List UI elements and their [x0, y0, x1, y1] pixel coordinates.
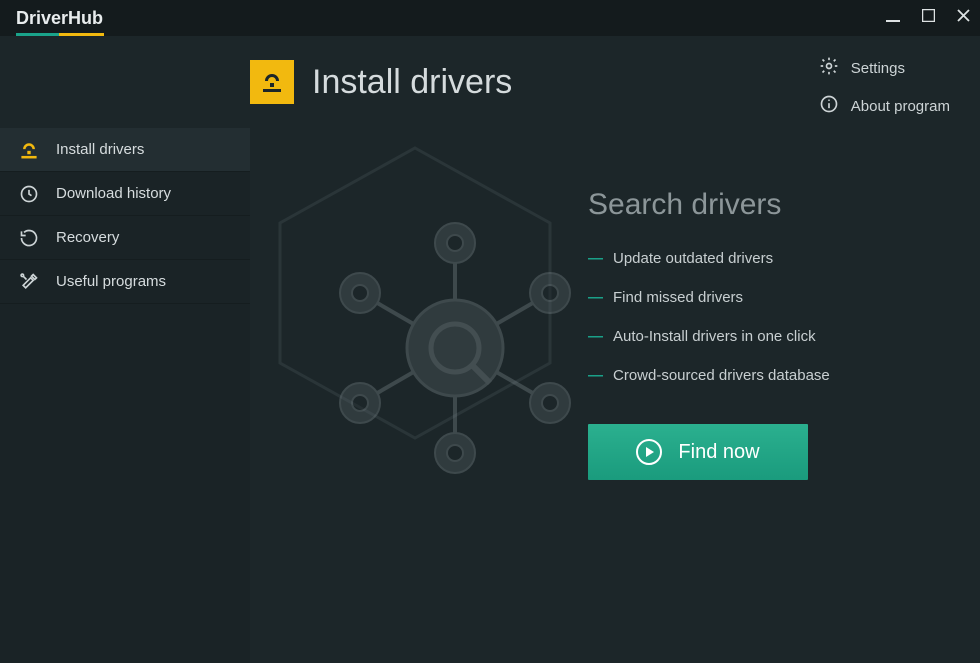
- drive-icon: [18, 139, 40, 161]
- feature-item: — Update outdated drivers: [588, 250, 830, 267]
- panel-heading: Search drivers: [588, 188, 830, 222]
- about-link[interactable]: About program: [819, 94, 950, 118]
- find-now-button[interactable]: Find now: [588, 424, 808, 480]
- feature-text: Crowd-sourced drivers database: [613, 367, 830, 384]
- settings-link[interactable]: Settings: [819, 56, 950, 80]
- feature-item: — Find missed drivers: [588, 289, 830, 306]
- app-brand: DriverHub: [16, 8, 103, 29]
- sidebar-item-label: Download history: [56, 185, 171, 202]
- find-now-label: Find now: [678, 441, 759, 464]
- search-drivers-panel: Search drivers — Update outdated drivers…: [588, 188, 830, 663]
- sidebar: Install drivers Download history Recover…: [0, 128, 250, 663]
- page-title: Install drivers: [312, 63, 512, 102]
- sidebar-item-label: Useful programs: [56, 273, 166, 290]
- install-drivers-header-icon: [250, 60, 294, 104]
- info-icon: [819, 94, 839, 118]
- gear-icon: [819, 56, 839, 80]
- feature-text: Update outdated drivers: [613, 250, 773, 267]
- tools-icon: [18, 272, 40, 292]
- sidebar-item-recovery[interactable]: Recovery: [0, 216, 250, 260]
- feature-item: — Auto-Install drivers in one click: [588, 328, 830, 345]
- feature-text: Auto-Install drivers in one click: [613, 328, 816, 345]
- close-icon[interactable]: [957, 9, 970, 27]
- play-icon: [636, 439, 662, 465]
- recovery-icon: [18, 228, 40, 248]
- feature-item: — Crowd-sourced drivers database: [588, 367, 830, 384]
- window-controls: [886, 9, 970, 28]
- about-label: About program: [851, 98, 950, 115]
- main-layout: Install drivers Download history Recover…: [0, 128, 980, 663]
- minimize-icon[interactable]: [886, 9, 900, 28]
- sidebar-item-download-history[interactable]: Download history: [0, 172, 250, 216]
- sidebar-item-install-drivers[interactable]: Install drivers: [0, 128, 250, 172]
- sidebar-item-label: Install drivers: [56, 141, 144, 158]
- titlebar: DriverHub: [0, 0, 980, 36]
- gears-illustration: [290, 183, 620, 513]
- sidebar-item-label: Recovery: [56, 229, 119, 246]
- page-header: Install drivers Settings About program: [0, 36, 980, 128]
- feature-text: Find missed drivers: [613, 289, 743, 306]
- main-content: Search drivers — Update outdated drivers…: [250, 128, 980, 663]
- maximize-icon[interactable]: [922, 9, 935, 27]
- header-links: Settings About program: [819, 56, 950, 118]
- settings-label: Settings: [851, 60, 905, 77]
- sidebar-item-useful-programs[interactable]: Useful programs: [0, 260, 250, 304]
- clock-icon: [18, 184, 40, 204]
